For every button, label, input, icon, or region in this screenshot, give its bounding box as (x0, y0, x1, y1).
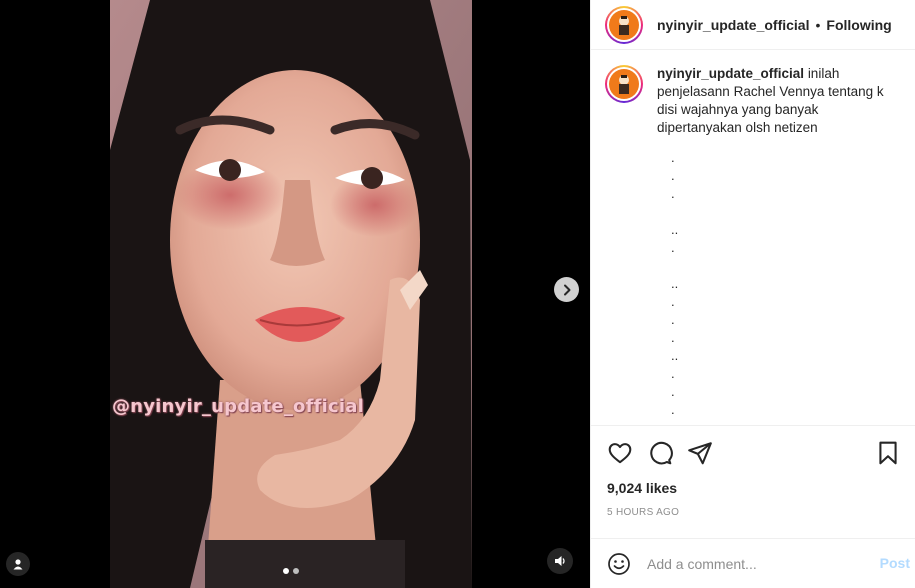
caption-dot-line: . (671, 294, 675, 309)
carousel-dot-active (283, 568, 289, 574)
speaker-icon (555, 556, 565, 566)
bookmark-icon (879, 441, 897, 465)
post-media[interactable]: @nyinyir_update_official (0, 0, 590, 588)
emoji-button[interactable] (607, 552, 631, 576)
caption-dot-line: . (671, 186, 675, 201)
avatar-image (619, 15, 629, 35)
carousel-dot (293, 568, 299, 574)
audio-toggle-button[interactable] (547, 548, 573, 574)
media-watermark: @nyinyir_update_official (111, 396, 364, 417)
comment-input[interactable] (647, 553, 867, 575)
following-button[interactable]: Following (826, 17, 891, 33)
caption-dot-line: . (671, 366, 675, 381)
header-separator: • (815, 16, 821, 33)
heart-icon (608, 443, 632, 464)
caption-dot-line: . (671, 330, 675, 345)
post-timestamp: 5 HOURS AGO (607, 507, 680, 518)
post-photo (110, 0, 472, 588)
caption-dot-line: . (671, 168, 675, 183)
caption-dot-line: . (671, 312, 675, 327)
likes-count[interactable]: 9,024 likes (607, 480, 677, 496)
post-comment-button[interactable]: Post (880, 555, 910, 571)
smiley-icon (608, 553, 630, 575)
add-comment-bar: Post (591, 538, 915, 588)
avatar[interactable] (605, 5, 643, 44)
caption-username-link[interactable]: nyinyir_update_official (657, 66, 804, 81)
avatar-image (619, 75, 629, 94)
save-button[interactable] (875, 440, 901, 466)
caption-dot-line: .. (671, 348, 679, 363)
caption-dot-lines: ................ (671, 149, 902, 419)
caption-text: nyinyir_update_official inilah penjelasa… (657, 65, 892, 137)
comments-section[interactable]: nyinyir_update_official inilah penjelasa… (591, 51, 915, 425)
carousel-indicator (283, 568, 299, 574)
comment-button[interactable] (647, 440, 673, 466)
caption-dot-line: . (671, 402, 675, 417)
caption-dot-line: . (671, 240, 675, 255)
share-button[interactable] (687, 440, 713, 466)
caption-dot-line: . (671, 150, 675, 165)
like-button[interactable] (607, 440, 633, 466)
post-side-panel: nyinyir_update_official • Following nyin… (590, 0, 915, 588)
caption-dot-line: .. (671, 276, 679, 291)
caption-dot-line: .. (671, 222, 679, 237)
caption-dot-line (671, 203, 902, 221)
comment-icon (650, 441, 673, 465)
tagged-users-button[interactable] (6, 552, 30, 576)
caption-dot-line: . (671, 384, 675, 399)
caption-avatar[interactable] (605, 65, 643, 103)
header-username-link[interactable]: nyinyir_update_official (657, 17, 809, 33)
user-icon (13, 559, 23, 570)
caption: nyinyir_update_official inilah penjelasa… (605, 65, 902, 137)
chevron-right-icon (563, 284, 570, 295)
send-icon (688, 442, 712, 465)
instagram-post-viewer: @nyinyir_update_official nyinyir_update_… (0, 0, 915, 588)
next-slide-button[interactable] (554, 277, 579, 302)
post-header: nyinyir_update_official • Following (591, 0, 915, 50)
action-bar (591, 425, 915, 479)
caption-dot-line (671, 257, 902, 275)
